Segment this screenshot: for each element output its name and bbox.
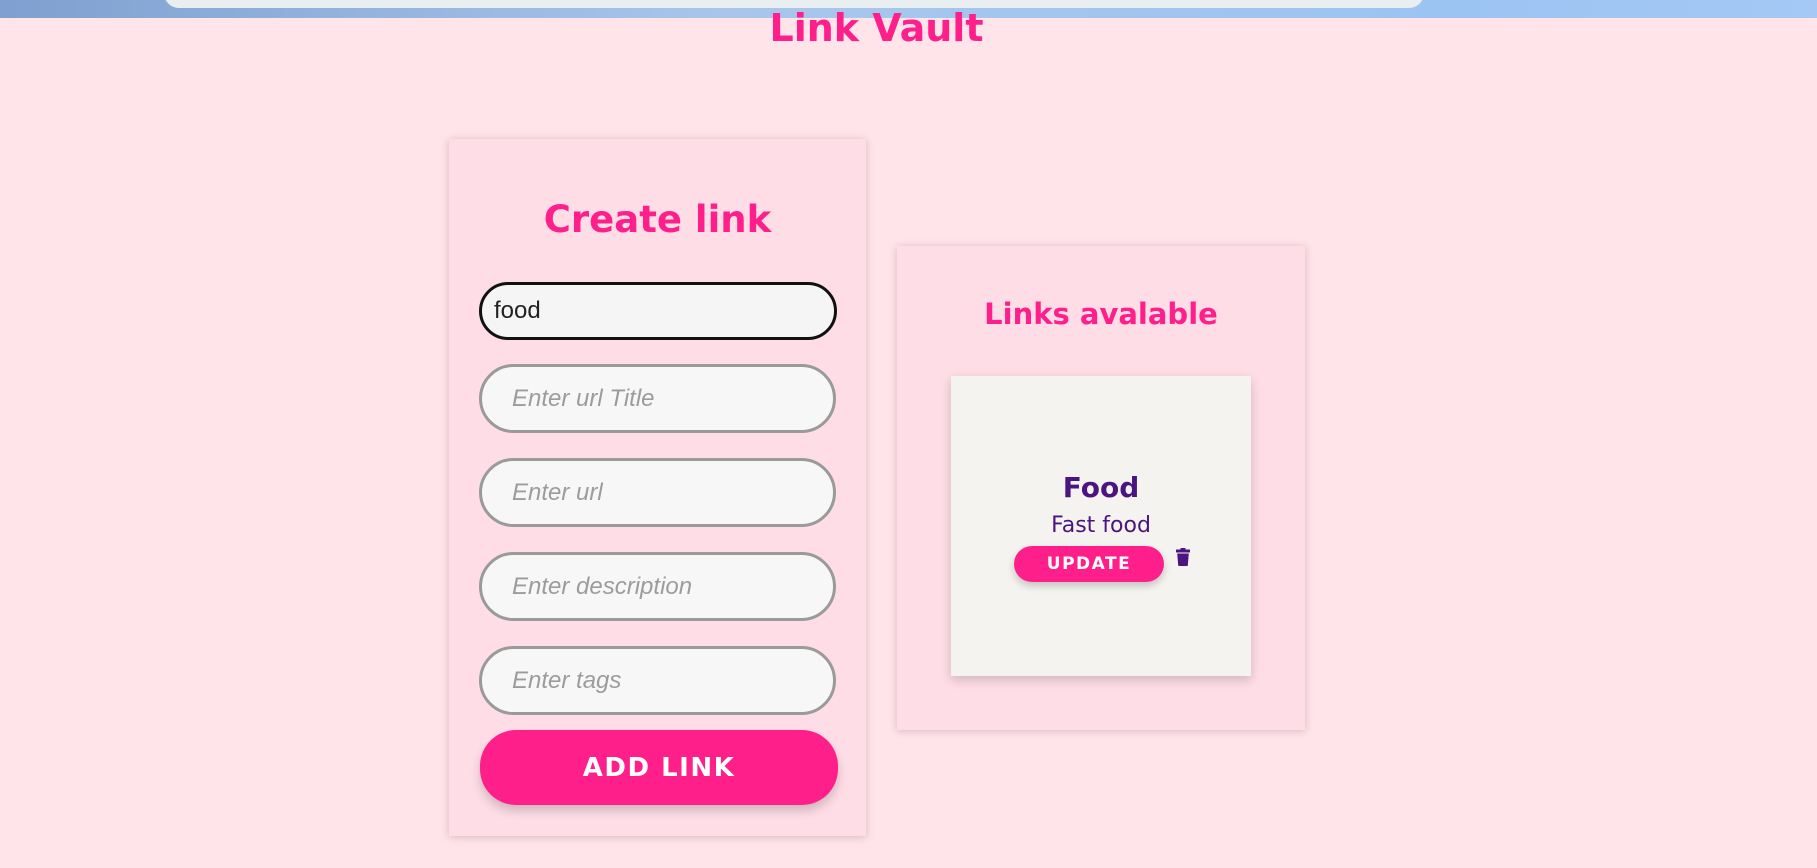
app-title: Link Vault (769, 6, 984, 50)
create-link-heading: Create link (543, 198, 772, 241)
description-field[interactable] (479, 552, 836, 621)
trash-icon[interactable] (1176, 548, 1196, 572)
link-card: Food Fast food UPDATE (951, 376, 1251, 676)
link-card-title: Food (1062, 471, 1140, 504)
links-available-heading: Links avalable (984, 297, 1218, 331)
link-name-field[interactable] (479, 282, 837, 340)
tags-field[interactable] (479, 646, 836, 715)
link-card-description: Fast food (1051, 513, 1151, 538)
url-field[interactable] (479, 458, 836, 527)
url-title-field[interactable] (479, 364, 836, 433)
update-button[interactable]: UPDATE (1014, 546, 1164, 582)
links-available-card: Links avalable Food Fast food UPDATE (897, 246, 1305, 730)
add-link-button[interactable]: ADD LINK (480, 730, 838, 805)
